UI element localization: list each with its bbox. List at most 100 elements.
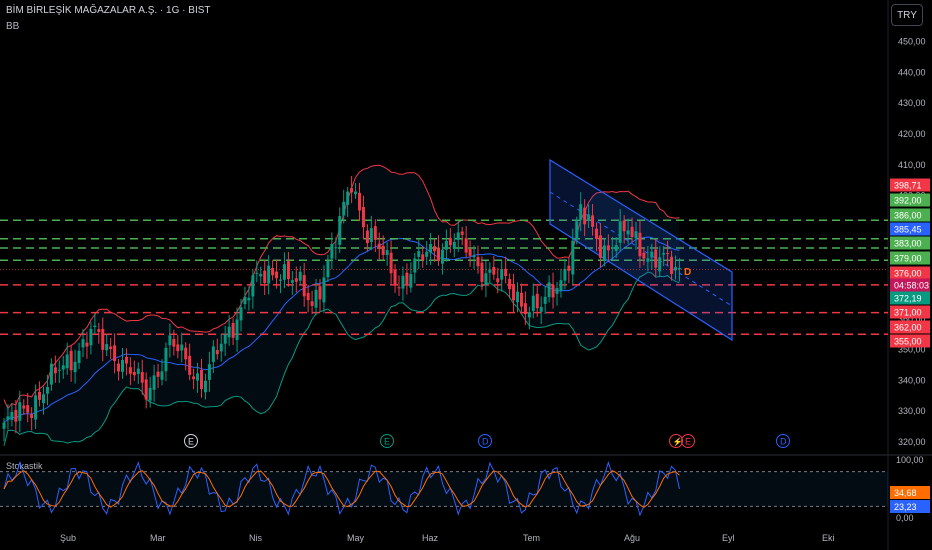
candle-body xyxy=(207,364,211,380)
candle-body xyxy=(49,363,53,385)
event-marker-label: E xyxy=(188,437,194,447)
candle-body xyxy=(543,296,547,304)
price-label-text: 376,00 xyxy=(894,269,922,279)
candle-body xyxy=(93,325,97,328)
candle-body xyxy=(602,245,606,261)
bb-indicator-label[interactable]: BB xyxy=(6,21,19,32)
candle-body xyxy=(310,301,314,306)
candle-body xyxy=(591,215,595,227)
candle-body xyxy=(409,274,413,288)
candle-body xyxy=(472,255,476,258)
time-axis-tick: Tem xyxy=(523,533,540,543)
candle-body xyxy=(247,297,251,301)
candle-body xyxy=(480,262,484,282)
stoch-axis-tick: 100,00 xyxy=(896,455,924,465)
price-chart[interactable]: 320,00330,00340,00350,00360,00370,00380,… xyxy=(0,0,932,550)
candle-body xyxy=(34,395,38,420)
candle-body xyxy=(53,367,57,374)
candle-body xyxy=(180,344,184,351)
candle-body xyxy=(275,271,279,279)
candle-body xyxy=(2,422,6,429)
candle-body xyxy=(117,363,121,372)
candle-body xyxy=(38,391,42,400)
candle-body xyxy=(109,346,113,350)
symbol-title[interactable]: BİM BİRLEŞİK MAĞAZALAR A.Ş. · 1G · BIST xyxy=(6,5,211,16)
candle-body xyxy=(101,328,105,350)
candle-body xyxy=(512,285,516,301)
candle-body xyxy=(583,207,587,225)
price-label-text: 04:58:03 xyxy=(894,281,929,291)
candle-body xyxy=(132,371,136,376)
stoch-title: Stokastik xyxy=(6,461,43,471)
candle-body xyxy=(251,275,255,297)
event-marker-label: D xyxy=(780,437,787,447)
candle-body xyxy=(121,360,124,372)
stoch-axis-tick: 0,00 xyxy=(896,513,914,523)
candle-body xyxy=(350,187,354,193)
event-marker-label: E xyxy=(384,437,390,447)
candle-body xyxy=(606,245,610,251)
candle-body xyxy=(211,346,215,362)
candle-body xyxy=(551,284,555,298)
candle-body xyxy=(192,376,196,380)
candle-body xyxy=(14,409,18,422)
candle-body xyxy=(6,416,10,420)
candle-body xyxy=(519,292,523,307)
candle-body xyxy=(421,254,425,261)
candle-body xyxy=(42,394,45,404)
candle-body xyxy=(77,350,81,363)
time-axis-tick: May xyxy=(347,533,365,543)
candle-body xyxy=(160,371,164,380)
price-axis-tick: 430,00 xyxy=(898,98,926,108)
price-axis-tick: 410,00 xyxy=(898,160,926,170)
candle-body xyxy=(413,258,417,273)
candle-body xyxy=(30,414,34,419)
time-axis-tick: Eki xyxy=(822,533,835,543)
candle-body xyxy=(626,230,630,235)
candle-body xyxy=(45,386,49,394)
candle-body xyxy=(338,216,342,245)
candle-body xyxy=(22,405,26,409)
candle-body xyxy=(105,344,109,351)
candle-body xyxy=(476,257,480,267)
candle-body xyxy=(235,319,239,340)
candle-body xyxy=(440,249,444,264)
price-label-text: 398,71 xyxy=(894,181,922,191)
price-label-text: 383,00 xyxy=(894,239,922,249)
time-axis-tick: Şub xyxy=(60,533,76,543)
candle-body xyxy=(401,275,405,289)
candle-body xyxy=(65,354,69,369)
candle-body xyxy=(302,275,306,297)
candle-body xyxy=(57,369,61,371)
price-label-text: 362,00 xyxy=(894,323,922,333)
candle-body xyxy=(527,312,531,318)
candle-body xyxy=(267,265,271,284)
price-label-text: 372,19 xyxy=(894,294,922,304)
candle-body xyxy=(342,201,346,216)
candle-body xyxy=(460,231,464,235)
candle-body xyxy=(437,247,440,261)
price-label-text: 385,45 xyxy=(894,225,922,235)
candle-body xyxy=(215,350,219,355)
price-axis-tick: 340,00 xyxy=(898,375,926,385)
candle-body xyxy=(188,355,192,375)
candle-body xyxy=(492,267,496,275)
candle-body xyxy=(184,347,188,360)
candle-body xyxy=(429,244,433,253)
candle-body xyxy=(322,277,326,303)
candle-body xyxy=(354,191,358,195)
candle-body xyxy=(144,379,148,400)
candle-body xyxy=(128,367,132,374)
candle-body xyxy=(389,252,393,274)
candle-body xyxy=(496,278,500,283)
candle-body xyxy=(393,269,397,286)
candle-body xyxy=(638,232,642,257)
currency-button[interactable]: TRY xyxy=(891,4,923,26)
candle-body xyxy=(259,273,263,277)
flash-event-icon: ⚡ xyxy=(673,437,683,447)
time-axis-tick: Mar xyxy=(150,533,166,543)
candle-body xyxy=(239,307,243,321)
candle-body xyxy=(587,214,591,221)
candle-body xyxy=(666,253,670,255)
candle-body xyxy=(318,286,322,300)
